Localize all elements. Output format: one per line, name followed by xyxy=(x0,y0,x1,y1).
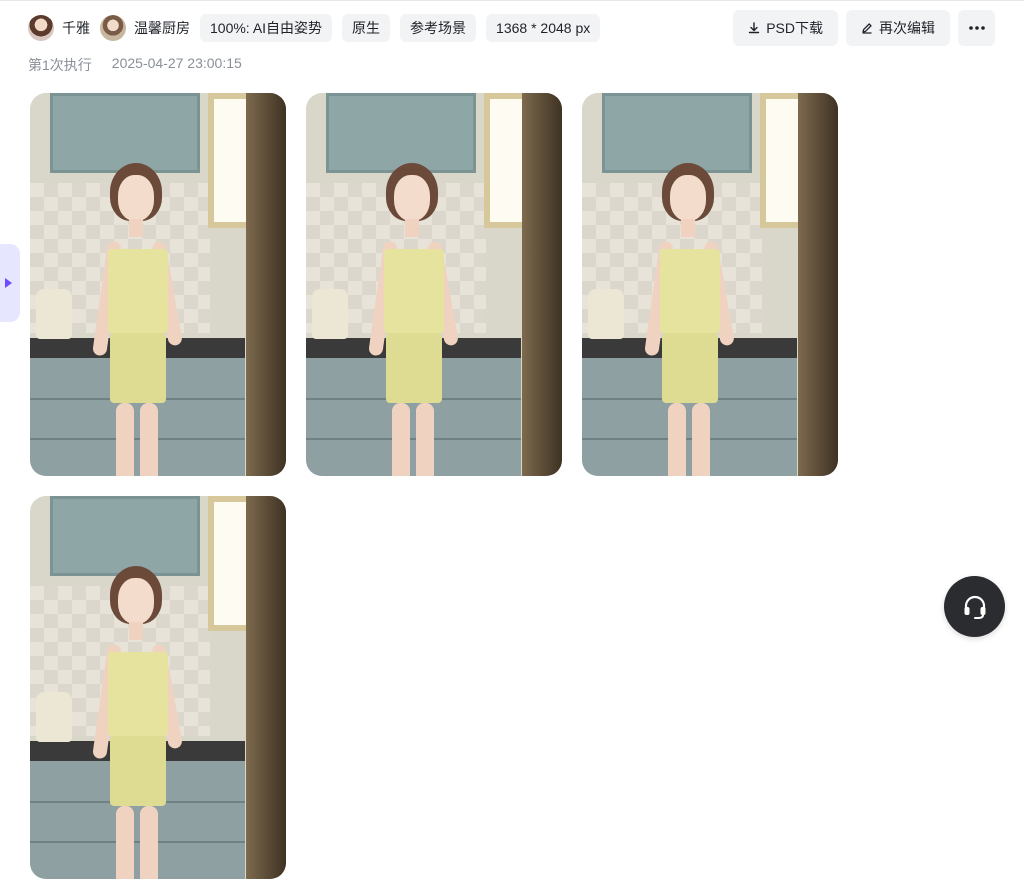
download-icon xyxy=(749,22,760,34)
pose-chip: 100%: AI自由姿势 xyxy=(200,14,333,42)
run-label: 第1次执行 xyxy=(28,57,92,73)
model-avatar xyxy=(28,15,54,41)
style-chip-label: 原生 xyxy=(352,20,381,36)
style-chip: 原生 xyxy=(342,14,391,42)
model-name: 千雅 xyxy=(62,20,90,36)
reference-scene-chip: 参考场景 xyxy=(400,14,477,42)
pen-icon xyxy=(862,23,872,34)
expand-panel-tab[interactable] xyxy=(0,244,20,322)
re-edit-label: 再次编辑 xyxy=(879,20,935,36)
result-image-4[interactable] xyxy=(30,496,286,879)
run-timestamp: 2025-04-27 23:00:15 xyxy=(111,55,242,71)
result-image-2[interactable] xyxy=(306,93,562,476)
re-edit-button[interactable]: 再次编辑 xyxy=(846,10,950,46)
more-dots-icon xyxy=(968,26,985,30)
scene-avatar xyxy=(100,15,126,41)
model-tag[interactable]: 千雅 xyxy=(28,14,90,42)
reference-scene-chip-label: 参考场景 xyxy=(410,20,467,36)
resolution-chip: 1368 * 2048 px xyxy=(486,14,601,42)
scene-tag[interactable]: 温馨厨房 xyxy=(100,14,190,42)
more-button[interactable] xyxy=(958,10,995,46)
headset-icon xyxy=(964,595,985,619)
top-divider xyxy=(0,0,1024,1)
resolution-chip-label: 1368 * 2048 px xyxy=(496,20,591,36)
psd-download-button[interactable]: PSD下载 xyxy=(733,10,838,46)
customer-support-button[interactable] xyxy=(944,576,1005,637)
header-actions: PSD下载 再次编辑 xyxy=(733,10,995,46)
result-image-1[interactable] xyxy=(30,93,286,476)
expand-arrow-icon xyxy=(4,278,12,288)
tag-row: 千雅 温馨厨房 100%: AI自由姿势 原生 参考场景 1368 * 2048… xyxy=(28,14,601,42)
psd-download-label: PSD下载 xyxy=(766,20,823,36)
scene-name: 温馨厨房 xyxy=(134,20,190,36)
run-meta: 第1次执行 2025-04-27 23:00:15 xyxy=(28,55,242,75)
pose-chip-label: 100%: AI自由姿势 xyxy=(210,20,323,36)
result-image-3[interactable] xyxy=(582,93,838,476)
